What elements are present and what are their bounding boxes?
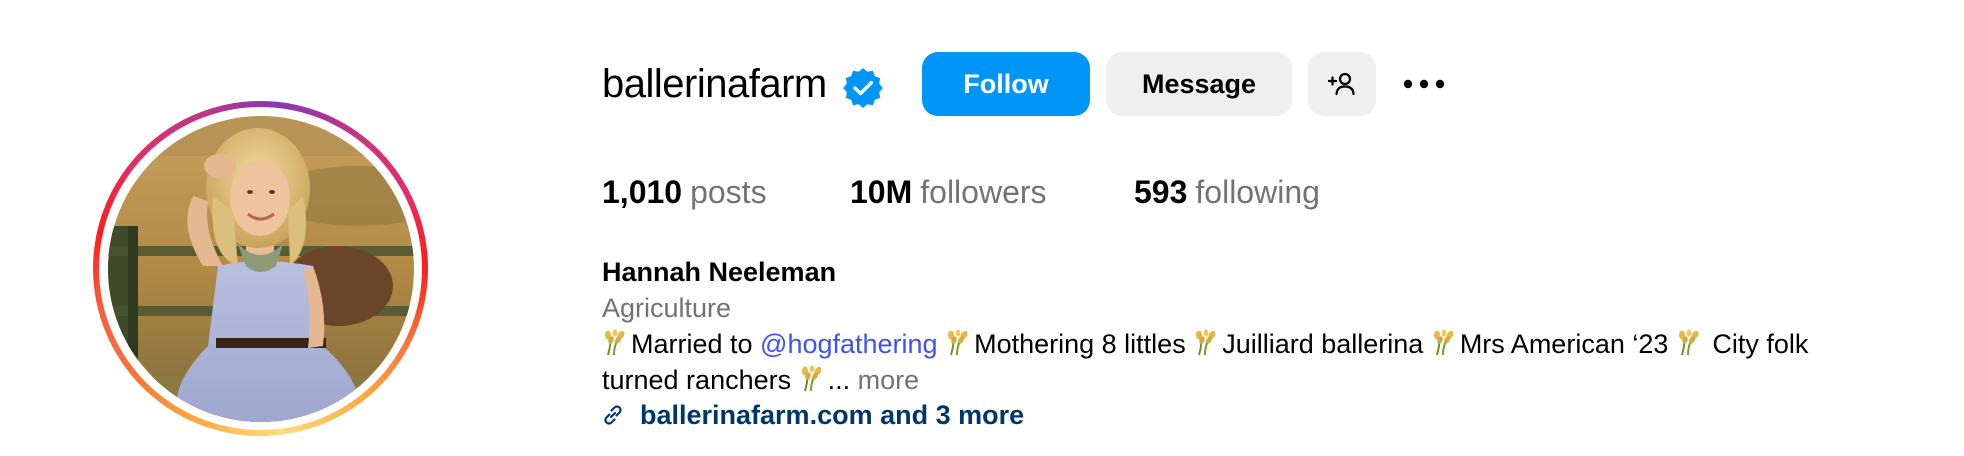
- link-icon: [604, 405, 622, 425]
- message-button[interactable]: Message: [1106, 52, 1292, 116]
- follow-button[interactable]: Follow: [922, 52, 1090, 116]
- bio-ellipsis: ...: [827, 365, 858, 395]
- bio-text: Married to @hogfathering Mothering 8 lit…: [602, 326, 1862, 398]
- wheat-sheaf-icon: [602, 329, 630, 357]
- bio-segment: Mothering 8 littles: [974, 329, 1194, 359]
- followers-count: 10M: [850, 174, 913, 210]
- bio-segment: Married to: [631, 329, 761, 359]
- wheat-sheaf-icon: [799, 365, 827, 393]
- verified-badge-icon: [843, 68, 883, 108]
- suggested-users-button[interactable]: [1308, 52, 1376, 116]
- wheat-sheaf-icon: [1676, 329, 1704, 357]
- more-options-button[interactable]: [1400, 68, 1448, 100]
- mention-link[interactable]: @hogfathering: [760, 329, 938, 359]
- wheat-sheaf-icon: [1431, 329, 1459, 357]
- following-stat[interactable]: 593 following: [1134, 172, 1320, 212]
- ellipsis-icon: [1403, 79, 1445, 89]
- external-links[interactable]: ballerinafarm.com and 3 more: [600, 398, 1024, 432]
- followers-stat[interactable]: 10M followers: [850, 172, 1047, 212]
- followers-label: followers: [920, 174, 1047, 210]
- category-label: Agriculture: [602, 293, 732, 323]
- bio-segment: [938, 329, 946, 359]
- posts-count: 1,010: [602, 174, 683, 210]
- wheat-sheaf-icon: [945, 329, 973, 357]
- posts-label: posts: [690, 174, 767, 210]
- following-label: following: [1195, 174, 1320, 210]
- avatar-ring-gap: [99, 107, 422, 430]
- avatar: [107, 115, 414, 422]
- profile-header: ballerinafarm Follow Message 1,010 posts …: [0, 0, 1964, 456]
- following-count: 593: [1134, 174, 1188, 210]
- wheat-sheaf-icon: [1193, 329, 1221, 357]
- add-person-icon: [1327, 72, 1355, 96]
- bio-more-button[interactable]: more: [858, 365, 920, 395]
- profile-avatar-story-ring[interactable]: [93, 101, 428, 436]
- posts-stat: 1,010 posts: [602, 172, 767, 212]
- username: ballerinafarm: [602, 62, 827, 106]
- full-name: Hannah Neeleman: [602, 257, 837, 287]
- bio-segment: Mrs American ‘23: [1459, 329, 1676, 359]
- bio-segment: Juilliard ballerina: [1222, 329, 1431, 359]
- external-link-text[interactable]: ballerinafarm.com and 3 more: [640, 398, 1024, 432]
